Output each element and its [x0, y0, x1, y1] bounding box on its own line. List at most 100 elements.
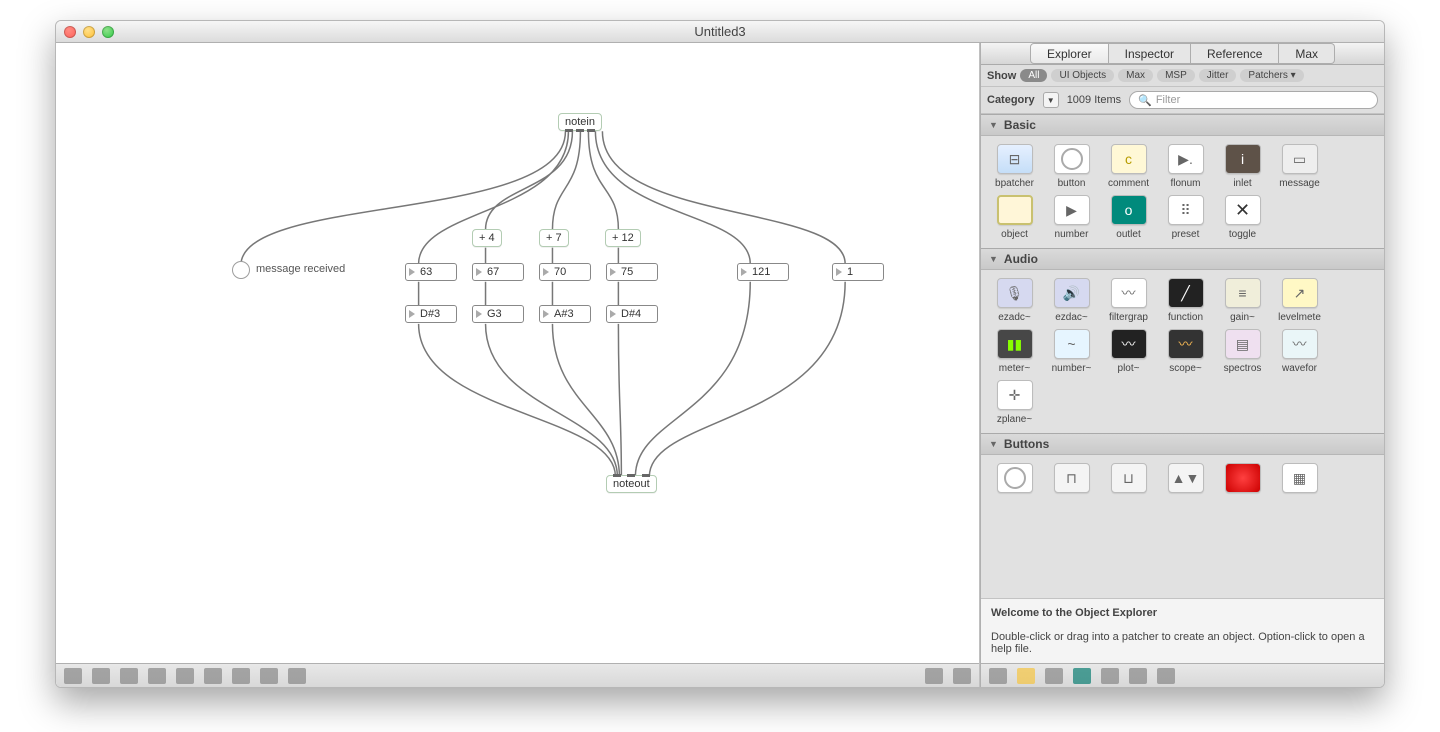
- info-icon[interactable]: [204, 668, 222, 684]
- help-title: Welcome to the Object Explorer: [991, 607, 1157, 619]
- tab-explorer[interactable]: Explorer: [1030, 43, 1109, 64]
- obj-plot[interactable]: 〰plot~: [1101, 329, 1156, 374]
- patch-cords: [56, 43, 979, 663]
- obj-bpatcher[interactable]: ⊟bpatcher: [987, 144, 1042, 189]
- search-icon: 🔍: [1138, 94, 1152, 107]
- obj-comment[interactable]: ccomment: [1101, 144, 1156, 189]
- object-noteout-label: noteout: [613, 478, 650, 490]
- obj-levelmeter[interactable]: ↗levelmete: [1272, 278, 1327, 323]
- view-split-icon[interactable]: [953, 668, 971, 684]
- incdec-icon: ▲▼: [1168, 463, 1204, 493]
- message-box-note-0[interactable]: D#3: [405, 305, 457, 323]
- message-box-67[interactable]: 67: [472, 263, 524, 281]
- obj-scope[interactable]: 〰scope~: [1158, 329, 1213, 374]
- window-minimize-button[interactable]: [83, 26, 95, 38]
- console-icon[interactable]: [176, 668, 194, 684]
- obj-incdec[interactable]: ▲▼: [1158, 463, 1213, 497]
- window-zoom-button[interactable]: [102, 26, 114, 38]
- gear-icon[interactable]: [989, 668, 1007, 684]
- new-object-icon[interactable]: [92, 668, 110, 684]
- object-plus-12[interactable]: + 12: [605, 229, 641, 247]
- chip-all[interactable]: All: [1020, 69, 1047, 82]
- calendar-icon[interactable]: [260, 668, 278, 684]
- filter-search-input[interactable]: 🔍 Filter: [1129, 91, 1378, 109]
- obj-led[interactable]: [1215, 463, 1270, 497]
- view-single-icon[interactable]: [925, 668, 943, 684]
- category-dropdown[interactable]: ▼: [1043, 92, 1059, 108]
- obj-toggle[interactable]: toggle: [1215, 195, 1270, 240]
- obj-numbersig[interactable]: ~number~: [1044, 329, 1099, 374]
- grid-view-icon[interactable]: [1017, 668, 1035, 684]
- help-icon[interactable]: [1129, 668, 1147, 684]
- obj-switch2[interactable]: ⊔: [1101, 463, 1156, 497]
- object-plus-7[interactable]: + 7: [539, 229, 569, 247]
- obj-number[interactable]: ▶number: [1044, 195, 1099, 240]
- chip-msp[interactable]: MSP: [1157, 69, 1195, 82]
- obj-button-2[interactable]: [987, 463, 1042, 497]
- presentation-icon[interactable]: [120, 668, 138, 684]
- clue-icon[interactable]: [232, 668, 250, 684]
- obj-button[interactable]: button: [1044, 144, 1099, 189]
- toggle-icon: [1225, 195, 1261, 225]
- grid-icon[interactable]: [148, 668, 166, 684]
- number-icon: ▶: [1054, 195, 1090, 225]
- obj-gain[interactable]: ≡gain~: [1215, 278, 1270, 323]
- message-box-note-1[interactable]: G3: [472, 305, 524, 323]
- object-notein[interactable]: notein: [558, 113, 602, 131]
- section-audio-grid: 🎙ezadc~ 🔊ezdac~ 〰filtergrap ╱function ≡g…: [981, 270, 1384, 433]
- chip-patchers[interactable]: Patchers ▾: [1240, 69, 1303, 82]
- message-box-121[interactable]: 121: [737, 263, 789, 281]
- zplane-icon: ✛: [997, 380, 1033, 410]
- message-box-75[interactable]: 75: [606, 263, 658, 281]
- message-box-70[interactable]: 70: [539, 263, 591, 281]
- gain-icon: ≡: [1225, 278, 1261, 308]
- patcher-canvas[interactable]: notein + 4 + 7 + 12 message received 63 …: [56, 43, 979, 663]
- switch2-icon: ⊔: [1111, 463, 1147, 493]
- obj-waveform[interactable]: 〰wavefor: [1272, 329, 1327, 374]
- obj-switch1[interactable]: ⊓: [1044, 463, 1099, 497]
- obj-object[interactable]: object: [987, 195, 1042, 240]
- obj-message[interactable]: ▭message: [1272, 144, 1327, 189]
- obj-outlet[interactable]: ooutlet: [1101, 195, 1156, 240]
- message-box-note-3[interactable]: D#4: [606, 305, 658, 323]
- debug-icon[interactable]: [288, 668, 306, 684]
- window-close-button[interactable]: [64, 26, 76, 38]
- section-basic-header[interactable]: ▼Basic: [981, 114, 1384, 136]
- tab-reference[interactable]: Reference: [1191, 43, 1279, 64]
- add-icon[interactable]: [1101, 668, 1119, 684]
- obj-spectroscope[interactable]: ▤spectros: [1215, 329, 1270, 374]
- outlet-icon: o: [1111, 195, 1147, 225]
- obj-inlet[interactable]: iinlet: [1215, 144, 1270, 189]
- obj-matrixctrl[interactable]: ▦: [1272, 463, 1327, 497]
- message-box-note-2[interactable]: A#3: [539, 305, 591, 323]
- section-audio-header[interactable]: ▼Audio: [981, 248, 1384, 270]
- obj-meter[interactable]: ▮▮meter~: [987, 329, 1042, 374]
- object-noteout[interactable]: noteout: [606, 475, 657, 493]
- obj-zplane[interactable]: ✛zplane~: [987, 380, 1042, 425]
- patcher-toolbar: [56, 663, 979, 687]
- obj-ezadc[interactable]: 🎙ezadc~: [987, 278, 1042, 323]
- flonum-icon: ▶.: [1168, 144, 1204, 174]
- tab-max[interactable]: Max: [1279, 43, 1335, 64]
- chip-max[interactable]: Max: [1118, 69, 1153, 82]
- message-box-1[interactable]: 1: [832, 263, 884, 281]
- list-view-icon[interactable]: [1045, 668, 1063, 684]
- obj-filtergraph[interactable]: 〰filtergrap: [1101, 278, 1156, 323]
- bang-button[interactable]: [232, 261, 250, 279]
- section-buttons-header[interactable]: ▼Buttons: [981, 433, 1384, 455]
- tab-inspector[interactable]: Inspector: [1109, 43, 1191, 64]
- object-plus-4[interactable]: + 4: [472, 229, 502, 247]
- obj-function[interactable]: ╱function: [1158, 278, 1213, 323]
- message-box-63[interactable]: 63: [405, 263, 457, 281]
- obj-preset[interactable]: ⠿preset: [1158, 195, 1213, 240]
- obj-flonum[interactable]: ▶.flonum: [1158, 144, 1213, 189]
- lock-icon[interactable]: [64, 668, 82, 684]
- show-label: Show: [987, 70, 1016, 82]
- help-box: Welcome to the Object Explorer Double-cl…: [981, 598, 1384, 663]
- eye-icon[interactable]: [1073, 668, 1091, 684]
- explorer-body[interactable]: ▼Basic ⊟bpatcher button ccomment ▶.flonu…: [981, 114, 1384, 598]
- chip-ui-objects[interactable]: UI Objects: [1051, 69, 1114, 82]
- chip-jitter[interactable]: Jitter: [1199, 69, 1237, 82]
- obj-ezdac[interactable]: 🔊ezdac~: [1044, 278, 1099, 323]
- menu-icon[interactable]: [1157, 668, 1175, 684]
